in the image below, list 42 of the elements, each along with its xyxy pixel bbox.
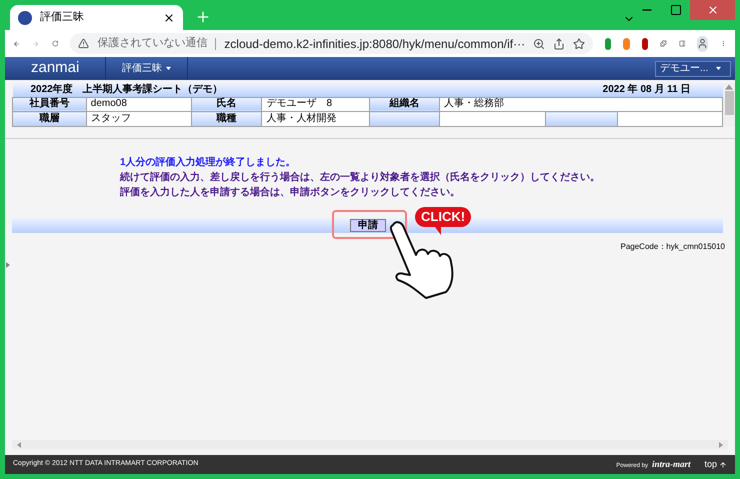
security-warning: 保護されていない通信 — [97, 36, 208, 52]
close-window-button[interactable] — [690, 0, 735, 20]
message-text: 1人分の評価入力処理が終了しました。 — [120, 156, 297, 170]
caret-icon[interactable] — [716, 66, 722, 71]
tab-title: 評価三昧 — [40, 10, 85, 26]
field-label: 組織名 — [369, 97, 440, 112]
field-value: demo08 — [86, 97, 192, 112]
field-value: スタッフ — [86, 112, 192, 126]
sheet-date: 2022 年 08 月 11 日 — [440, 83, 722, 98]
message-text: 続けて評価の入力、差し戻しを行う場合は、左の一覧より対象者を選択（氏名をクリック）してください。 — [120, 170, 601, 185]
profile-icon[interactable] — [697, 36, 708, 52]
zoom-icon[interactable] — [533, 38, 546, 50]
app-logo: zanmai — [30, 58, 80, 78]
maximize-icon[interactable] — [670, 4, 682, 16]
app-favicon-icon — [18, 10, 32, 24]
share-icon[interactable] — [553, 38, 566, 50]
message-text: 評価を入力した人を申請する場合は、申請ボタンをクリックしてください。 — [120, 186, 461, 200]
top-link[interactable]: top — [704, 458, 727, 472]
field-value: 人事・総務部 — [440, 97, 722, 112]
warning-icon — [78, 38, 90, 49]
address-bar[interactable]: 保護されていない通信 zcloud-demo.k2-infinities.jp:8080/hyk/menu/common/if··· — [70, 33, 594, 54]
vertical-scrollbar[interactable] — [723, 83, 735, 127]
caret-icon[interactable] — [166, 66, 171, 71]
pointing-hand-icon — [388, 220, 456, 300]
url-text: zcloud-demo.k2-infinities.jp:8080/hyk/menu/common/if··· — [224, 36, 526, 52]
field-label: 氏名 — [191, 97, 262, 112]
close-icon[interactable] — [163, 12, 175, 24]
page-code: PageCode：hyk_cmn015010 — [620, 241, 725, 253]
browser-tab[interactable]: 評価三昧 — [10, 5, 183, 30]
field-label: 社員番号 — [12, 97, 86, 112]
user-menu[interactable]: デモユー... — [655, 60, 731, 76]
field-value: デモユーザ 8 — [262, 97, 370, 112]
submit-button[interactable]: 申請 — [350, 218, 386, 232]
bookmark-star-icon[interactable] — [573, 38, 586, 50]
splitter-arrow-icon[interactable] — [5, 262, 11, 268]
click-callout: CLICK! — [415, 207, 472, 235]
arrow-up-icon — [719, 460, 727, 468]
field-value: 人事・人材開発 — [262, 112, 370, 126]
field-label: 職層 — [12, 112, 86, 126]
field-label: 職種 — [191, 112, 262, 126]
sheet-title: 2022年度 上半期人事考課シート（デモ） — [12, 83, 440, 98]
brand-logo: intra-mart — [652, 458, 690, 471]
